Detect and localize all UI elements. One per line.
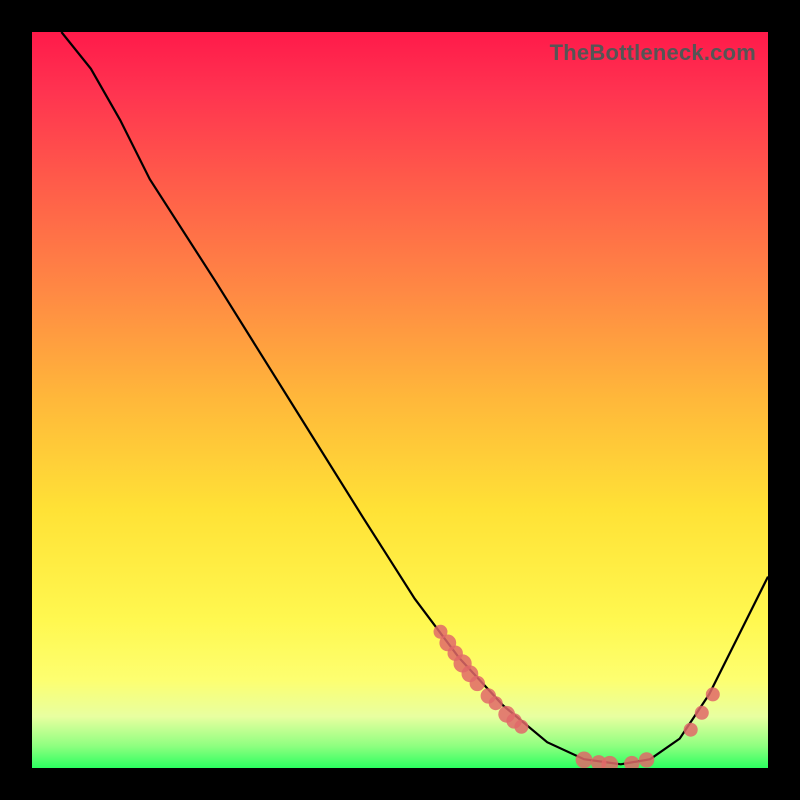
data-marker <box>439 635 456 652</box>
data-marker <box>470 676 485 691</box>
data-marker <box>514 720 528 734</box>
data-marker <box>489 696 503 710</box>
data-marker <box>624 756 639 768</box>
data-marker <box>506 713 521 728</box>
data-marker <box>695 706 709 720</box>
data-marker <box>462 665 479 682</box>
data-marker <box>576 752 593 769</box>
plot-area: TheBottleneck.com <box>32 32 768 768</box>
data-marker <box>448 646 463 661</box>
data-marker <box>684 723 698 737</box>
chart-overlay <box>32 32 768 768</box>
data-marker <box>601 756 618 768</box>
bottleneck-curve <box>61 32 768 764</box>
marker-group <box>434 625 720 768</box>
data-marker <box>639 752 654 767</box>
data-marker <box>706 687 720 701</box>
data-marker <box>481 688 496 703</box>
data-marker <box>434 625 448 639</box>
watermark-text: TheBottleneck.com <box>550 40 756 66</box>
data-marker <box>498 706 515 723</box>
data-marker <box>454 654 472 672</box>
data-marker <box>591 755 606 768</box>
